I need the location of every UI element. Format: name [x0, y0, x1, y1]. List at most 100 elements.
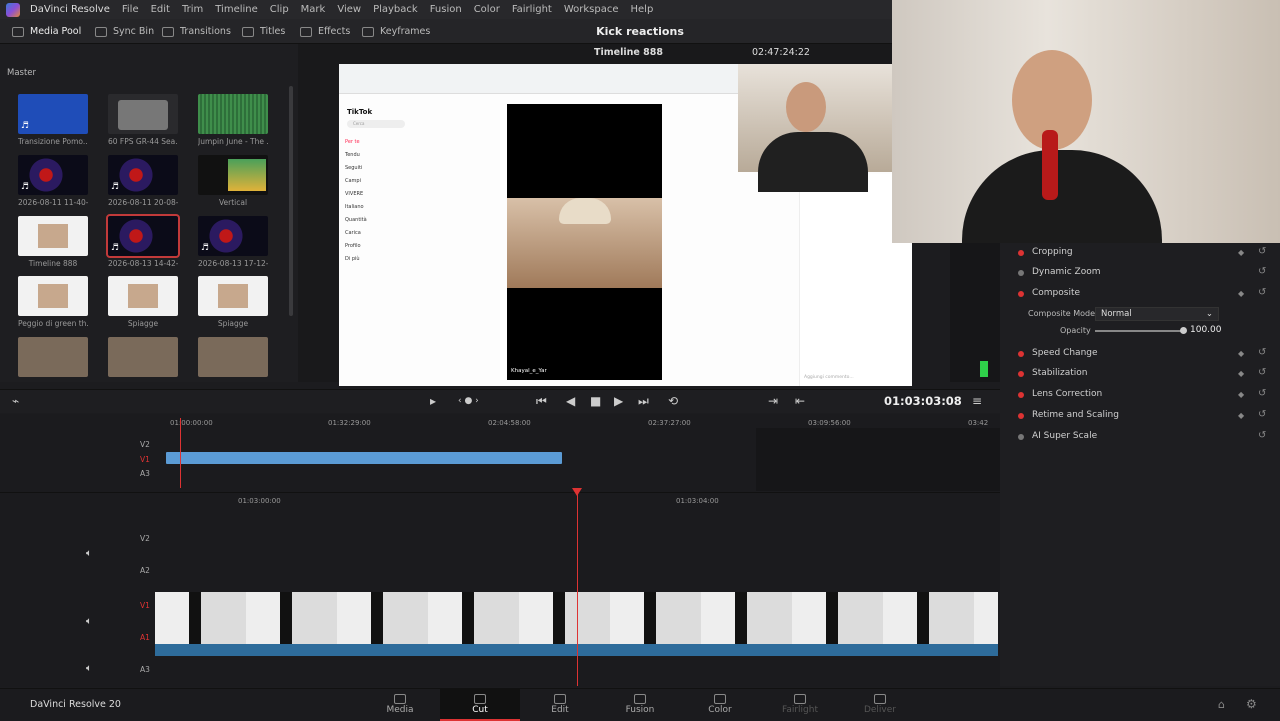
menu-file[interactable]: File — [118, 4, 147, 15]
opacity-slider-handle[interactable] — [1180, 327, 1187, 334]
inspector-item[interactable]: Composite ◆ ↺ — [1000, 284, 1280, 304]
media-clip[interactable]: Spiagge — [108, 276, 178, 328]
page-tab-edit[interactable]: Edit — [520, 689, 600, 721]
inspector-item[interactable]: Stabilization ◆ ↺ — [1000, 364, 1280, 384]
go-to-end-icon[interactable]: ⏭ — [638, 394, 649, 409]
next-edit-icon[interactable]: ⇥ — [768, 394, 778, 408]
bin-name[interactable]: Master — [7, 68, 36, 78]
prev-edit-icon[interactable]: ⇤ — [795, 394, 805, 408]
media-clip[interactable]: ♬ 2026-08-13 17-12-... — [198, 216, 268, 268]
upper-playhead[interactable] — [180, 418, 181, 488]
enable-toggle-icon[interactable] — [1018, 434, 1024, 440]
sync-bin-button[interactable]: Sync Bin — [95, 19, 154, 44]
jog-icon[interactable]: ▸ — [430, 394, 436, 408]
enable-toggle-icon[interactable] — [1018, 250, 1024, 256]
reset-icon[interactable]: ↺ — [1258, 287, 1266, 298]
page-tab-fairlight[interactable]: Fairlight — [760, 689, 840, 721]
menu-fusion[interactable]: Fusion — [426, 4, 470, 15]
tools-icon[interactable]: ⌁ — [12, 394, 19, 408]
media-pool-button[interactable]: Media Pool — [12, 19, 81, 44]
media-clip[interactable] — [198, 337, 268, 380]
keyframe-icon[interactable]: ◆ — [1238, 349, 1244, 358]
enable-toggle-icon[interactable] — [1018, 392, 1024, 398]
opacity-value[interactable]: 100.00 — [1190, 325, 1222, 335]
enable-toggle-icon[interactable] — [1018, 291, 1024, 297]
lower-playhead[interactable] — [577, 494, 578, 686]
reset-icon[interactable]: ↺ — [1258, 246, 1266, 257]
page-tab-fusion[interactable]: Fusion — [600, 689, 680, 721]
inspector-item[interactable]: Speed Change ◆ ↺ — [1000, 344, 1280, 364]
keyframe-icon[interactable]: ◆ — [1238, 390, 1244, 399]
menu-clip[interactable]: Clip — [266, 4, 297, 15]
inspector-item[interactable]: Retime and Scaling ◆ ↺ — [1000, 406, 1280, 426]
play-reverse-icon[interactable]: ◀ — [566, 394, 575, 408]
menu-mark[interactable]: Mark — [297, 4, 334, 15]
page-tab-deliver[interactable]: Deliver — [840, 689, 920, 721]
composite-mode-select[interactable]: Normal ⌄ — [1095, 307, 1219, 321]
menu-trim[interactable]: Trim — [178, 4, 211, 15]
menu-edit[interactable]: Edit — [147, 4, 178, 15]
page-tab-media[interactable]: Media — [360, 689, 440, 721]
reset-icon[interactable]: ↺ — [1258, 430, 1266, 441]
media-clip[interactable]: Timeline 888 — [18, 216, 88, 268]
effects-button[interactable]: Effects — [300, 19, 350, 44]
opacity-slider[interactable] — [1095, 330, 1183, 332]
media-clip[interactable]: ♬ 2026-08-13 14-42-... — [106, 214, 180, 268]
menu-view[interactable]: View — [333, 4, 369, 15]
menu-playback[interactable]: Playback — [369, 4, 426, 15]
keyframes-button[interactable]: Keyframes — [362, 19, 430, 44]
media-clip[interactable] — [108, 337, 178, 380]
speaker-icon[interactable]: 🔈︎ — [86, 548, 92, 559]
menu-color[interactable]: Color — [470, 4, 508, 15]
menu-fairlight[interactable]: Fairlight — [508, 4, 560, 15]
transitions-button[interactable]: Transitions — [162, 19, 231, 44]
speaker-icon[interactable]: 🔈︎ — [86, 616, 92, 627]
enable-toggle-icon[interactable] — [1018, 351, 1024, 357]
media-clip[interactable]: 60 FPS GR-44 Sea... — [108, 94, 178, 146]
menu-help[interactable]: Help — [627, 4, 662, 15]
lower-timeline[interactable] — [0, 492, 1000, 687]
inspector-item[interactable]: Cropping ◆ ↺ — [1000, 243, 1280, 263]
speaker-icon[interactable]: 🔈︎ — [86, 663, 92, 674]
keyframe-icon[interactable]: ◆ — [1238, 289, 1244, 298]
nav-arrows-icon[interactable]: ‹ ● › — [458, 396, 479, 406]
gear-icon[interactable]: ⚙ — [1246, 697, 1257, 711]
media-pool-scrollbar[interactable] — [289, 86, 293, 316]
inspector-item[interactable]: Dynamic Zoom ↺ — [1000, 263, 1280, 283]
home-icon[interactable]: ⌂ — [1218, 698, 1225, 711]
media-clip[interactable]: ♬ 2026-08-11 11-40-... — [18, 155, 88, 207]
reset-icon[interactable]: ↺ — [1258, 409, 1266, 420]
enable-toggle-icon[interactable] — [1018, 270, 1024, 276]
keyframe-icon[interactable]: ◆ — [1238, 411, 1244, 420]
media-clip[interactable]: ♬ Transizione Pomo... — [18, 94, 88, 146]
stop-icon[interactable]: ■ — [590, 394, 601, 408]
titles-button[interactable]: Titles — [242, 19, 285, 44]
menu-workspace[interactable]: Workspace — [560, 4, 627, 15]
inspector-item[interactable]: Lens Correction ◆ ↺ — [1000, 385, 1280, 405]
media-clip[interactable]: Spiagge — [198, 276, 268, 328]
app-menu[interactable]: DaVinci Resolve — [26, 4, 118, 15]
go-to-start-icon[interactable]: ⏮ — [536, 394, 547, 409]
media-clip[interactable]: Vertical — [198, 155, 268, 207]
page-tab-cut[interactable]: Cut — [440, 689, 520, 721]
page-tab-color[interactable]: Color — [680, 689, 760, 721]
inspector-item[interactable]: AI Super Scale ↺ — [1000, 427, 1280, 447]
media-clip[interactable]: Peggio di green th... — [18, 276, 88, 328]
timeline-name[interactable]: Timeline 888 — [594, 47, 663, 58]
reset-icon[interactable]: ↺ — [1258, 388, 1266, 399]
enable-toggle-icon[interactable] — [1018, 413, 1024, 419]
loop-icon[interactable]: ⟲ — [668, 394, 678, 408]
menu-icon[interactable]: ≡ — [972, 394, 982, 408]
enable-toggle-icon[interactable] — [1018, 371, 1024, 377]
keyframe-icon[interactable]: ◆ — [1238, 369, 1244, 378]
reset-icon[interactable]: ↺ — [1258, 347, 1266, 358]
media-clip[interactable] — [18, 337, 88, 380]
reset-icon[interactable]: ↺ — [1258, 367, 1266, 378]
keyframe-icon[interactable]: ◆ — [1238, 248, 1244, 257]
media-clip[interactable]: ♬ 2026-08-11 20-08-... — [108, 155, 178, 207]
reset-icon[interactable]: ↺ — [1258, 266, 1266, 277]
play-icon[interactable]: ▶ — [614, 394, 623, 408]
overview-clip[interactable] — [166, 452, 562, 464]
menu-timeline[interactable]: Timeline — [211, 4, 266, 15]
media-clip[interactable]: Jumpin June - The ... — [198, 94, 268, 146]
